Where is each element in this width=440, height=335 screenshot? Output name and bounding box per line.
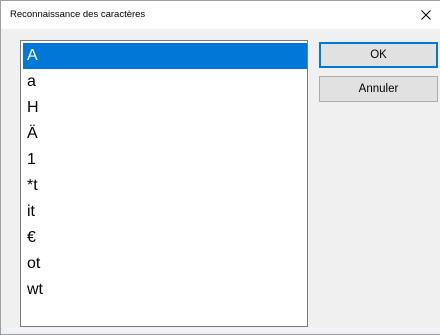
list-item[interactable]: €	[23, 225, 307, 251]
list-item[interactable]: A	[23, 43, 307, 69]
list-item[interactable]: it	[23, 199, 307, 225]
ok-button[interactable]: OK	[319, 42, 438, 68]
list-item[interactable]: wt	[23, 277, 307, 303]
list-item[interactable]: a	[23, 69, 307, 95]
list-item[interactable]: 1	[23, 147, 307, 173]
character-recognition-dialog: Reconnaissance des caractères A a H Ä 1 …	[0, 0, 440, 335]
list-item[interactable]: Ä	[23, 121, 307, 147]
character-listbox[interactable]: A a H Ä 1 *t it € ot wt	[20, 40, 308, 327]
close-icon	[421, 10, 431, 20]
list-item[interactable]: H	[23, 95, 307, 121]
dialog-title: Reconnaissance des caractères	[10, 9, 146, 20]
list-item[interactable]: *t	[23, 173, 307, 199]
title-bar[interactable]: Reconnaissance des caractères	[1, 1, 440, 29]
cancel-button[interactable]: Annuler	[319, 76, 438, 102]
close-button[interactable]	[412, 1, 440, 29]
list-item[interactable]: ot	[23, 251, 307, 277]
